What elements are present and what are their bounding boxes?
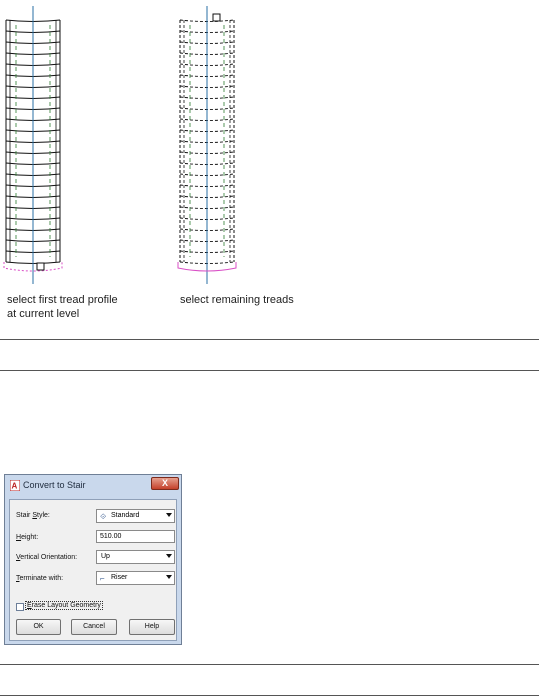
stair-style-icon: ⟐: [100, 512, 107, 521]
height-value: 510.00: [100, 533, 122, 540]
vertical-orientation-select[interactable]: Up: [96, 550, 175, 564]
erase-layout-label[interactable]: Erase Layout Geometry: [25, 601, 103, 610]
height-label: Height:: [16, 534, 38, 541]
autocad-app-icon: A: [10, 480, 20, 491]
vertical-orientation-label-post: ertical Orientation:: [20, 554, 78, 561]
caption-first-tread-line1: select first tread profile: [7, 294, 118, 306]
grip-marker: [36, 262, 45, 271]
close-button[interactable]: X: [151, 477, 179, 490]
stair-drawings: [3, 6, 237, 284]
erase-layout-checkbox[interactable]: [16, 603, 24, 611]
dialog-titlebar[interactable]: A Convert to Stair X: [5, 475, 181, 497]
dialog-title: Convert to Stair: [23, 480, 86, 490]
caption-remaining-treads: select remaining treads: [180, 294, 294, 306]
stair-style-select[interactable]: ⟐ Standard: [96, 509, 175, 523]
stair-left-solid: [3, 6, 63, 284]
riser-icon: ⌐: [100, 574, 105, 583]
chevron-down-icon: [166, 554, 172, 558]
terminate-with-label: Terminate with:: [16, 575, 63, 582]
svg-text:A: A: [12, 482, 18, 491]
divider-bottom-1: [0, 664, 539, 665]
divider-mid: [0, 370, 539, 371]
cancel-button[interactable]: Cancel: [71, 619, 117, 635]
terminate-with-select[interactable]: ⌐ Riser: [96, 571, 175, 585]
divider-bottom-2: [0, 695, 539, 696]
convert-to-stair-dialog: A Convert to Stair X Stair Style: ⟐ Stan…: [4, 474, 182, 645]
dialog-client-area: Stair Style: ⟐ Standard Height: 510.00 V…: [9, 499, 177, 641]
grip-marker: [212, 13, 221, 22]
help-button[interactable]: Help: [129, 619, 175, 635]
divider-top: [0, 339, 539, 340]
caption-first-tread-line2: at current level: [7, 308, 80, 320]
height-label-post: eight:: [21, 534, 39, 541]
caption-first-tread: select first tread profile at current le…: [7, 293, 118, 321]
ok-button[interactable]: OK: [16, 619, 61, 635]
stair-style-label-pre: Stair: [16, 512, 33, 519]
stair-style-label: Stair Style:: [16, 512, 50, 519]
stair-style-value: Standard: [111, 512, 140, 519]
erase-layout-label-post: rase Layout Geometry: [31, 602, 101, 609]
vertical-orientation-label: Vertical Orientation:: [16, 554, 77, 561]
terminate-with-label-post: erminate with:: [19, 575, 64, 582]
terminate-with-value: Riser: [111, 574, 128, 581]
stair-style-label-post: tyle:: [37, 512, 50, 519]
stair-right-dashed: [177, 6, 237, 284]
chevron-down-icon: [166, 513, 172, 517]
height-input[interactable]: 510.00: [96, 530, 175, 543]
vertical-orientation-value: Up: [101, 553, 110, 560]
chevron-down-icon: [166, 575, 172, 579]
